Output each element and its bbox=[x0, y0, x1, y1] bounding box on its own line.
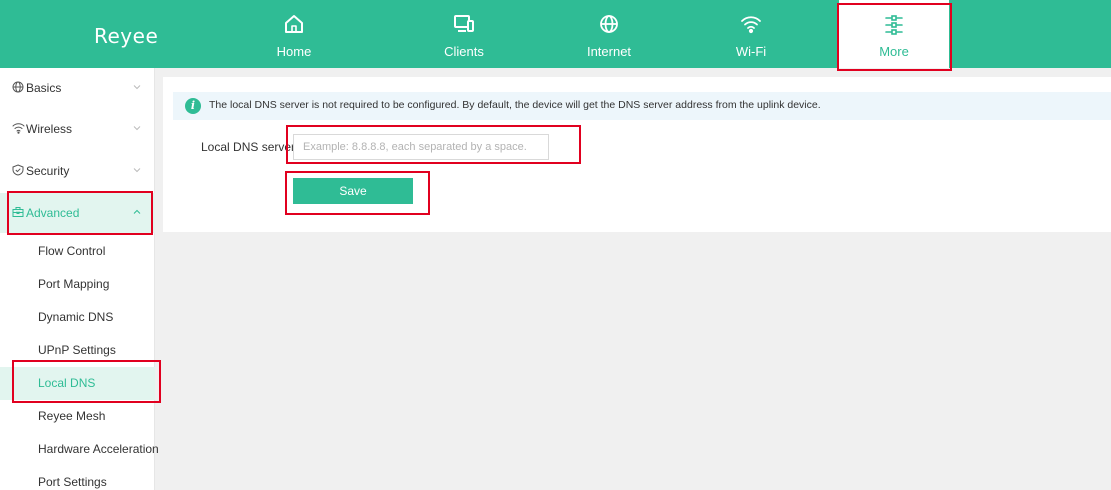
home-icon bbox=[235, 14, 353, 36]
sidebar-group-label: Security bbox=[26, 164, 70, 178]
sidebar-item-reyee-mesh[interactable]: Reyee Mesh bbox=[0, 400, 155, 433]
sliders-icon bbox=[839, 14, 949, 36]
globe-icon bbox=[550, 14, 668, 36]
save-button[interactable]: Save bbox=[293, 178, 413, 204]
nav-home-label: Home bbox=[276, 44, 312, 59]
wifi-icon bbox=[692, 14, 810, 36]
sidebar-item-port-mapping[interactable]: Port Mapping bbox=[0, 268, 155, 301]
nav-clients-label: Clients bbox=[444, 44, 484, 59]
sidebar-item-hardware-acceleration[interactable]: Hardware Acceleration bbox=[0, 433, 159, 466]
sidebar-item-upnp-settings[interactable]: UPnP Settings bbox=[0, 334, 155, 367]
nav-home[interactable]: Home bbox=[235, 0, 353, 68]
info-icon: i bbox=[185, 98, 201, 114]
chevron-down-icon bbox=[132, 81, 142, 91]
sidebar-item-flow-control[interactable]: Flow Control bbox=[0, 235, 155, 268]
local-dns-server-label: Local DNS server bbox=[201, 140, 296, 154]
clients-icon bbox=[405, 14, 523, 36]
sidebar-group-basics[interactable]: Basics bbox=[0, 68, 155, 108]
sidebar-item-dynamic-dns[interactable]: Dynamic DNS bbox=[0, 301, 155, 334]
sidebar-group-label: Wireless bbox=[26, 122, 73, 136]
sidebar-item-port-settings[interactable]: Port Settings bbox=[0, 466, 155, 490]
sidebar-group-advanced[interactable]: Advanced bbox=[0, 193, 155, 233]
nav-clients[interactable]: Clients bbox=[405, 0, 523, 68]
toolbox-icon bbox=[12, 206, 26, 220]
shield-icon bbox=[12, 164, 26, 178]
sidebar-group-security[interactable]: Security bbox=[0, 151, 155, 191]
nav-wifi[interactable]: Wi-Fi bbox=[692, 0, 810, 68]
chevron-down-icon bbox=[132, 164, 142, 174]
info-banner: i The local DNS server is not required t… bbox=[173, 92, 1111, 120]
sidebar-group-label: Basics bbox=[26, 81, 62, 95]
sidebar-menu: Basics Wireless Security Advanced Flow C… bbox=[0, 68, 159, 490]
nav-more[interactable]: More bbox=[839, 0, 949, 68]
sidebar-group-wireless[interactable]: Wireless bbox=[0, 109, 155, 149]
nav-wifi-label: Wi-Fi bbox=[735, 44, 767, 59]
reyee-logo: Reyee bbox=[94, 24, 159, 48]
globe-icon bbox=[12, 81, 26, 95]
sidebar-item-local-dns[interactable]: Local DNS bbox=[0, 367, 155, 400]
sidebar-group-label: Advanced bbox=[26, 206, 80, 220]
info-text: The local DNS server is not required to … bbox=[209, 99, 821, 111]
local-dns-panel: i The local DNS server is not required t… bbox=[163, 77, 1111, 232]
chevron-down-icon bbox=[132, 122, 142, 132]
nav-internet[interactable]: Internet bbox=[550, 0, 668, 68]
chevron-up-icon bbox=[132, 206, 142, 216]
nav-more-label: More bbox=[879, 44, 909, 59]
nav-internet-label: Internet bbox=[586, 44, 632, 59]
wifi-icon bbox=[12, 122, 26, 136]
local-dns-server-input[interactable] bbox=[293, 134, 549, 160]
top-navigation-bar: Reyee Home Clients Internet Wi-Fi More bbox=[0, 0, 1111, 68]
